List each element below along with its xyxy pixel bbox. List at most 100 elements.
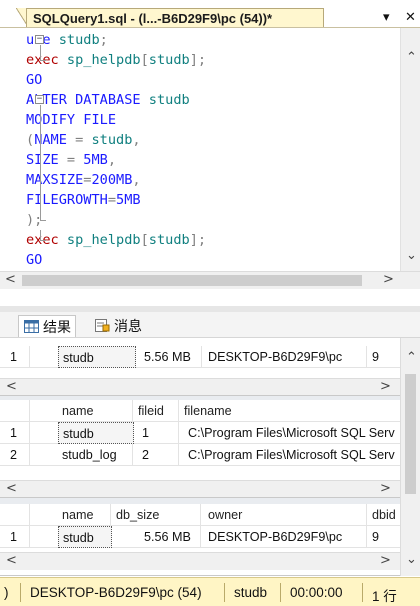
code-token: 200MB — [91, 172, 133, 188]
grid-1-horizontal-scrollbar[interactable]: < > — [0, 378, 400, 395]
scroll-down-icon[interactable]: ⌄ — [406, 248, 417, 263]
grid-icon — [24, 320, 39, 333]
code-token: = — [75, 132, 92, 148]
code-line[interactable]: (NAME = studb, — [26, 130, 374, 150]
code-token: [ — [140, 232, 149, 248]
scroll-left-icon[interactable]: < — [5, 272, 16, 287]
grid-2-horizontal-scrollbar[interactable]: < > — [0, 480, 400, 497]
cell-fileid[interactable]: 1 — [138, 422, 176, 444]
close-tab-icon[interactable]: ✕ — [405, 10, 416, 25]
result-grid-1[interactable]: 1 studb 5.56 MB DESKTOP-B6D29F9\pc 9 < > — [0, 338, 400, 396]
code-line[interactable]: ALTER DATABASE studb — [26, 90, 374, 110]
header-row: name db_size owner dbid — [0, 504, 400, 526]
scroll-up-icon[interactable]: ⌃ — [406, 50, 417, 65]
editor-scroll-thumb[interactable] — [22, 275, 362, 286]
code-token: FILEGROWTH — [26, 192, 108, 208]
cell-owner[interactable]: DESKTOP-B6D29F9\pc — [204, 526, 366, 548]
code-token: studb — [148, 232, 190, 248]
scroll-right-icon[interactable]: > — [383, 272, 394, 287]
collapse-region-icon[interactable]: − — [35, 35, 44, 44]
scroll-right-icon[interactable]: > — [380, 481, 391, 496]
row-number-header — [0, 504, 30, 526]
row-number: 1 — [0, 526, 30, 548]
results-scroll-thumb[interactable] — [405, 374, 416, 494]
table-row[interactable]: 1 studb 1 C:\Program Files\Microsoft SQL… — [0, 422, 400, 444]
code-token: exec — [26, 232, 67, 248]
code-token: , — [132, 132, 141, 148]
row-number: 2 — [0, 444, 30, 466]
code-token: 5MB — [116, 192, 141, 208]
fold-guide — [40, 210, 41, 220]
code-token: sp_helpdb — [66, 232, 141, 248]
column-header-fileid[interactable]: fileid — [134, 400, 176, 422]
column-header-dbid[interactable]: dbid — [368, 504, 400, 526]
code-line[interactable]: use studb; — [26, 30, 374, 50]
cell-dbid[interactable]: 9 — [368, 526, 400, 548]
tab-results[interactable]: 结果 — [18, 315, 76, 337]
results-vertical-scrollbar[interactable]: ⌃ ⌄ — [400, 338, 420, 576]
editor-vertical-scrollbar[interactable]: ⌃ ⌄ — [400, 28, 420, 271]
code-line[interactable]: exec sp_helpdb[studb]; — [26, 230, 374, 250]
cell-name[interactable]: studb_log — [58, 444, 132, 466]
code-area[interactable]: use studb;−exec sp_helpdb[studb];GOALTER… — [0, 28, 400, 289]
table-row[interactable]: 1 studb 5.56 MB DESKTOP-B6D29F9\pc 9 — [0, 346, 400, 368]
cell-filename[interactable]: C:\Program Files\Microsoft SQL Serv — [184, 444, 400, 466]
table-row[interactable]: 1 studb 5.56 MB DESKTOP-B6D29F9\pc 9 — [0, 526, 400, 548]
tab-messages[interactable]: 消息 — [90, 315, 146, 337]
cell-name[interactable]: studb — [58, 422, 134, 444]
scroll-right-icon[interactable]: > — [380, 553, 391, 568]
cell-db-size[interactable]: 5.56 MB — [140, 526, 200, 548]
tab-results-label: 结果 — [43, 320, 71, 336]
result-grid-2[interactable]: name fileid filename 1 studb 1 C:\Progra… — [0, 400, 400, 498]
row-number: 1 — [0, 422, 30, 444]
column-header-db-size[interactable]: db_size — [112, 504, 198, 526]
code-line[interactable]: exec sp_helpdb[studb]; — [26, 50, 374, 70]
code-token: studb — [58, 32, 100, 48]
code-line[interactable]: GO — [26, 70, 374, 90]
code-line[interactable]: MODIFY FILE — [26, 110, 374, 130]
column-header-name[interactable]: name — [58, 504, 108, 526]
cell-name[interactable]: studb — [58, 346, 136, 368]
grid-3-horizontal-scrollbar[interactable]: < > — [0, 552, 400, 570]
table-row[interactable]: 2 studb_log 2 C:\Program Files\Microsoft… — [0, 444, 400, 466]
document-tab[interactable]: SQLQuery1.sql - (l...-B6D29F9\pc (54))* — [26, 8, 324, 27]
cell-fileid[interactable]: 2 — [138, 444, 176, 466]
code-line[interactable]: FILEGROWTH=5MB — [26, 190, 374, 210]
status-server: DESKTOP-B6D29F9\pc (54) — [30, 585, 202, 600]
cell-filename[interactable]: C:\Program Files\Microsoft SQL Serv — [184, 422, 400, 444]
code-line[interactable]: ); — [26, 210, 374, 230]
column-header-name[interactable]: name — [58, 400, 130, 422]
scroll-left-icon[interactable]: < — [6, 481, 17, 496]
cell-name[interactable]: studb — [58, 526, 112, 548]
column-header-owner[interactable]: owner — [204, 504, 364, 526]
code-line[interactable]: MAXSIZE=200MB, — [26, 170, 374, 190]
status-elapsed-time: 00:00:00 — [290, 585, 343, 600]
code-token: = — [107, 192, 117, 208]
code-line[interactable]: GO — [26, 250, 374, 270]
fold-guide — [40, 190, 41, 210]
scroll-left-icon[interactable]: < — [6, 553, 17, 568]
column-header-filename[interactable]: filename — [180, 400, 400, 422]
query-editor[interactable]: use studb;−exec sp_helpdb[studb];GOALTER… — [0, 27, 420, 289]
results-pane: 1 studb 5.56 MB DESKTOP-B6D29F9\pc 9 < >… — [0, 338, 420, 576]
collapse-region-icon[interactable]: − — [35, 95, 44, 104]
code-token: 5MB — [83, 152, 108, 168]
code-token: GO — [26, 72, 43, 88]
scroll-up-icon[interactable]: ⌃ — [406, 350, 417, 365]
status-bar: ) DESKTOP-B6D29F9\pc (54) studb 00:00:00… — [0, 577, 420, 606]
scroll-down-icon[interactable]: ⌄ — [406, 552, 417, 567]
code-token: exec — [26, 52, 67, 68]
code-token: studb — [148, 92, 190, 108]
tab-list-dropdown-icon[interactable]: ▾ — [383, 10, 390, 25]
code-token: MAXSIZE — [26, 172, 84, 188]
cell-owner[interactable]: DESKTOP-B6D29F9\pc — [204, 346, 366, 368]
editor-horizontal-scrollbar[interactable]: < > — [0, 271, 420, 289]
scroll-left-icon[interactable]: < — [6, 379, 17, 394]
scroll-right-icon[interactable]: > — [380, 379, 391, 394]
cell-db-size[interactable]: 5.56 MB — [140, 346, 200, 368]
code-token: , — [132, 172, 141, 188]
cell-dbid[interactable]: 9 — [368, 346, 400, 368]
code-line[interactable]: SIZE = 5MB, — [26, 150, 374, 170]
code-token: SIZE — [26, 152, 67, 168]
result-grid-3[interactable]: name db_size owner dbid 1 studb 5.56 MB … — [0, 504, 400, 576]
